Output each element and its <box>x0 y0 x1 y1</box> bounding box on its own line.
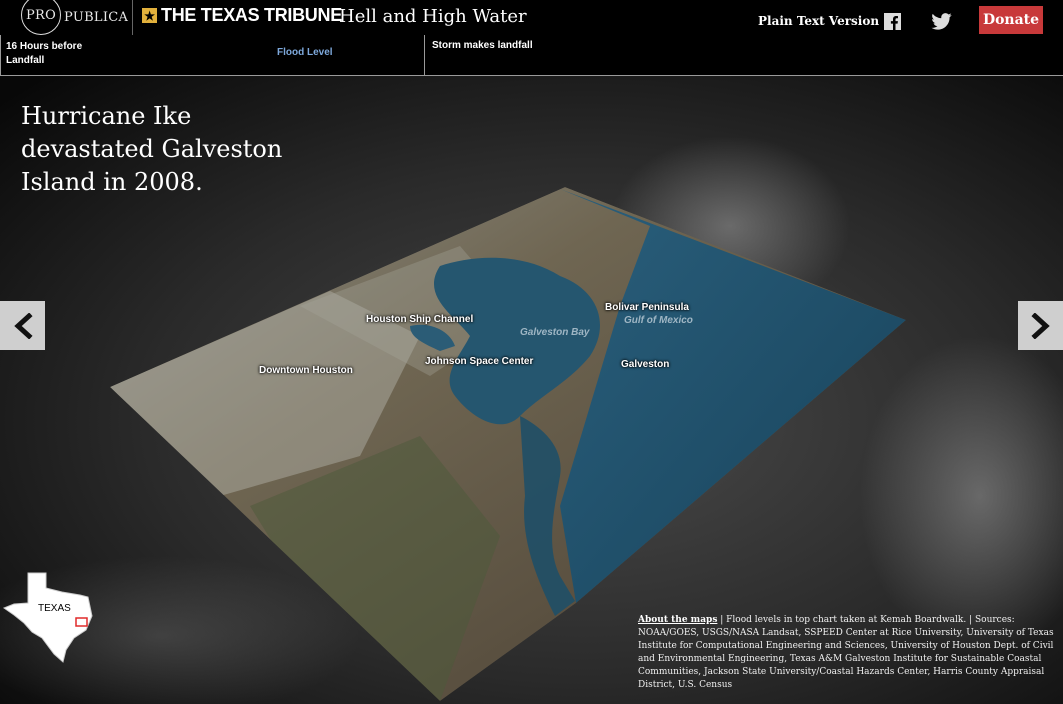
map-label-galveston: Galveston <box>621 359 670 370</box>
map-label-downtown-houston: Downtown Houston <box>259 365 353 376</box>
flood-timeline[interactable]: 16 Hours before Landfall Flood Level Sto… <box>0 35 1063 76</box>
map-label-johnson-space-center: Johnson Space Center <box>425 356 534 367</box>
site-header: PRO PUBLICA ★ THE TEXAS TRIBUNE Hell and… <box>0 0 1063 36</box>
header-divider <box>132 0 133 35</box>
flood-level-label: Flood Level <box>277 47 333 58</box>
map-label-galveston-bay: Galveston Bay <box>520 327 590 338</box>
timeline-before-label: 16 Hours before Landfall <box>6 41 83 66</box>
previous-slide-button[interactable] <box>0 301 45 350</box>
star-icon: ★ <box>142 8 157 23</box>
sources-text: | Flood levels in top chart taken at Kem… <box>638 615 1054 690</box>
propublica-logo[interactable]: PRO PUBLICA <box>21 0 129 35</box>
chevron-right-icon <box>1030 312 1050 339</box>
map-sources: About the maps | Flood levels in top cha… <box>638 614 1062 692</box>
about-the-maps-link[interactable]: About the maps <box>638 615 717 625</box>
donate-button[interactable]: Donate <box>979 6 1043 34</box>
propublica-seal: PRO <box>21 0 61 35</box>
next-slide-button[interactable] <box>1018 301 1063 350</box>
slide-headline: Hurricane Ike devastated Galveston Islan… <box>21 102 283 196</box>
map-label-houston-ship-channel: Houston Ship Channel <box>366 314 474 325</box>
facebook-icon[interactable] <box>884 13 901 30</box>
twitter-icon[interactable] <box>931 13 952 30</box>
propublica-pro-text: PRO <box>25 7 57 23</box>
texas-tribune-text: THE TEXAS TRIBUNE <box>161 5 342 25</box>
map-label-bolivar-peninsula: Bolivar Peninsula <box>605 302 689 313</box>
timeline-landfall-label: Storm makes landfall <box>432 40 533 51</box>
propublica-publica-text: PUBLICA <box>64 9 129 25</box>
story-title: Hell and High Water <box>339 6 527 27</box>
timeline-section-before[interactable]: 16 Hours before Landfall Flood Level <box>0 35 425 75</box>
inset-texas-label: TEXAS <box>38 603 71 614</box>
texas-tribune-logo[interactable]: ★ THE TEXAS TRIBUNE <box>142 5 342 26</box>
plain-text-version-link[interactable]: Plain Text Version <box>758 14 879 28</box>
map-label-gulf-of-mexico: Gulf of Mexico <box>624 315 693 326</box>
chevron-left-icon <box>13 312 33 339</box>
